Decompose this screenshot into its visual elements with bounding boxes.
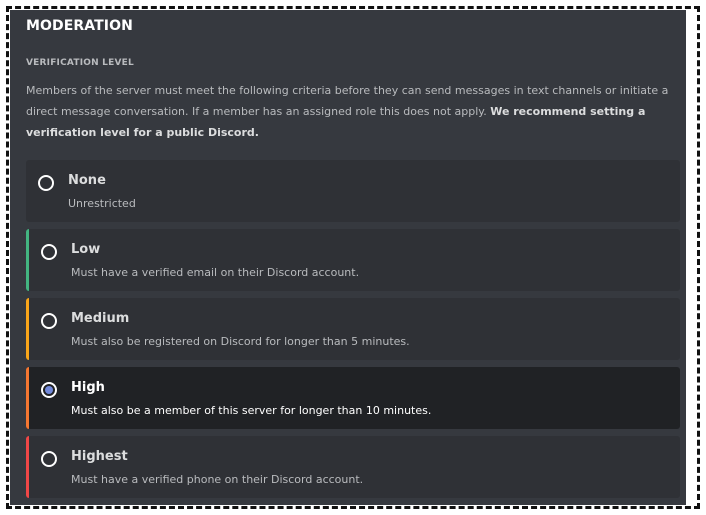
option-description: Must have a verified phone on their Disc… [71, 473, 364, 486]
radio-none-icon[interactable] [38, 175, 54, 191]
option-highest[interactable]: Highest Must have a verified phone on th… [26, 436, 680, 498]
option-label: Low [71, 242, 101, 257]
option-description: Must have a verified email on their Disc… [71, 266, 360, 279]
radio-highest-icon[interactable] [41, 451, 57, 467]
option-accent [26, 298, 29, 360]
option-description: Must also be a member of this server for… [71, 404, 432, 417]
radio-high-icon[interactable] [41, 382, 57, 398]
option-label: High [71, 380, 105, 395]
option-description: Must also be registered on Discord for l… [71, 335, 410, 348]
option-accent [26, 367, 29, 429]
radio-medium-icon[interactable] [41, 313, 57, 329]
option-label: Highest [71, 449, 128, 464]
radio-dot-icon [45, 386, 53, 394]
option-none[interactable]: None Unrestricted [26, 160, 680, 222]
option-medium[interactable]: Medium Must also be registered on Discor… [26, 298, 680, 360]
option-description: Unrestricted [68, 197, 136, 210]
option-accent [26, 436, 29, 498]
radio-low-icon[interactable] [41, 244, 57, 260]
option-label: Medium [71, 311, 130, 326]
moderation-panel: MODERATION VERIFICATION LEVEL Members of… [10, 10, 686, 505]
option-low[interactable]: Low Must have a verified email on their … [26, 229, 680, 291]
verification-description: Members of the server must meet the foll… [26, 80, 676, 143]
page-title: MODERATION [26, 18, 133, 34]
option-high[interactable]: High Must also be a member of this serve… [26, 367, 680, 429]
verification-level-label: VERIFICATION LEVEL [26, 58, 134, 68]
option-label: None [68, 173, 106, 188]
option-accent [26, 229, 29, 291]
